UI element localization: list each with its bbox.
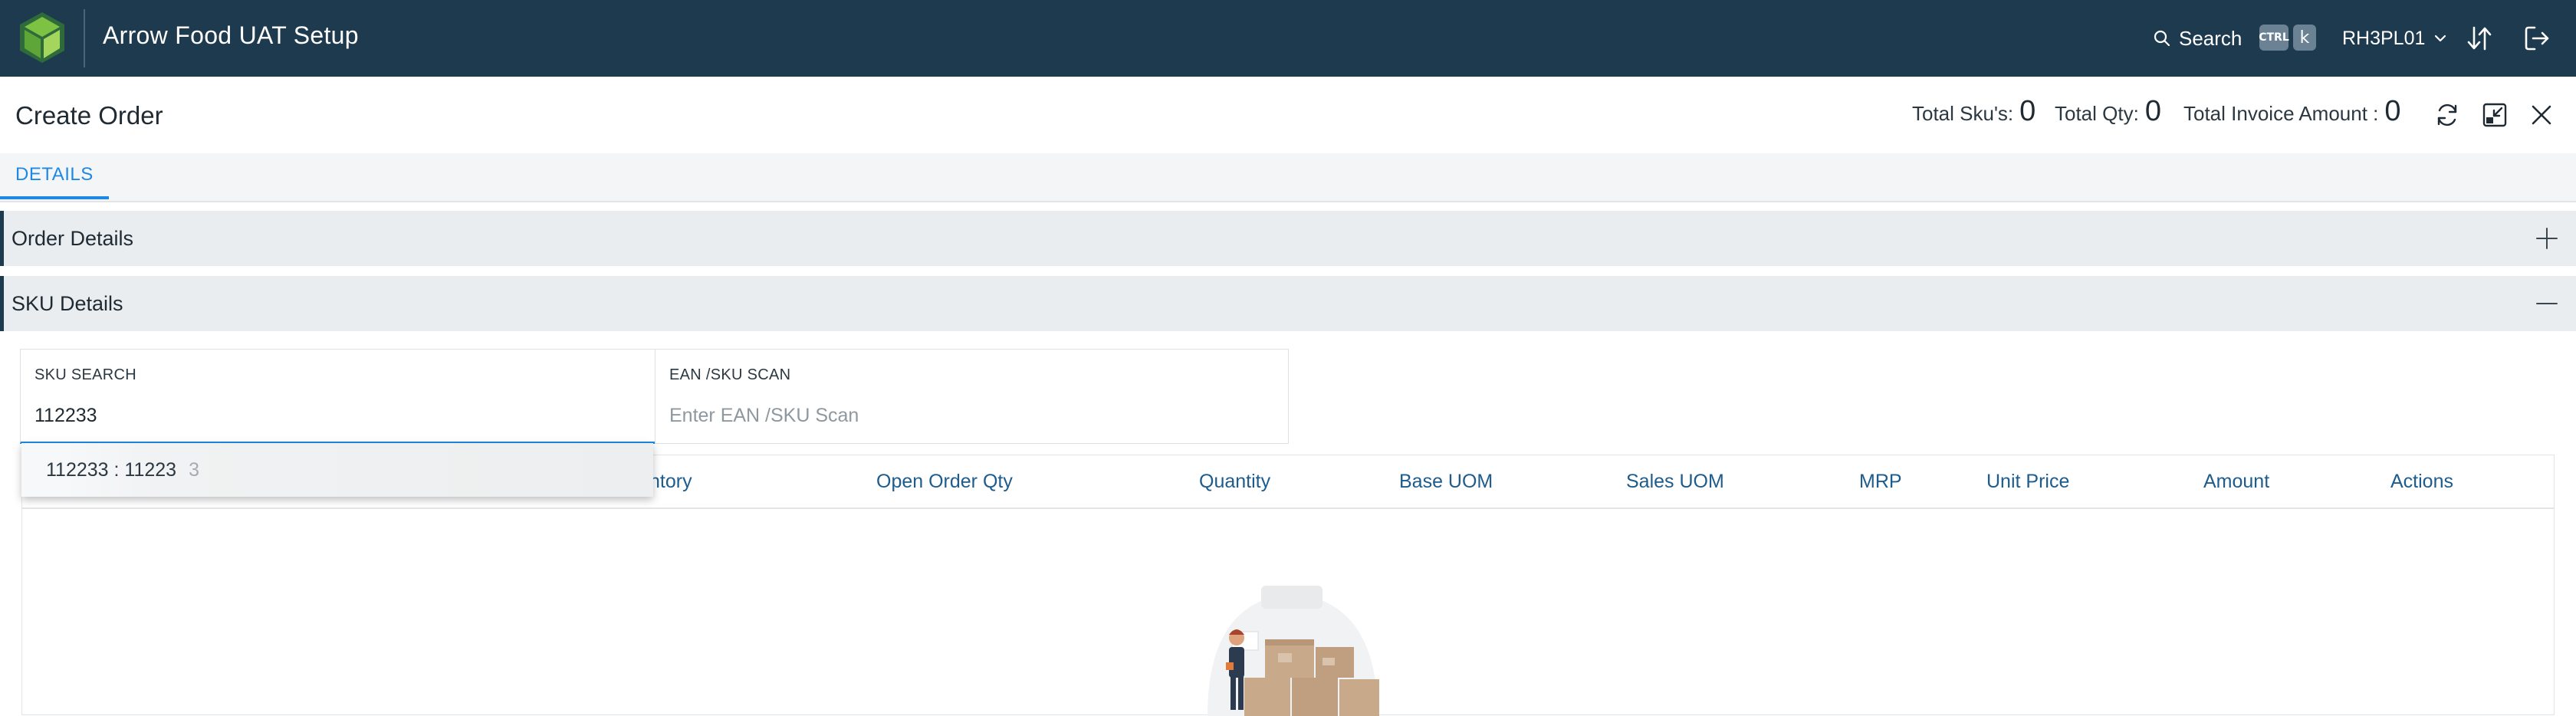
ean-scan-field: EAN /SKU SCAN xyxy=(655,349,1289,444)
sku-details-title: SKU Details xyxy=(12,291,123,315)
column-header-actions[interactable]: Actions xyxy=(2390,471,2453,493)
ean-scan-label: EAN /SKU SCAN xyxy=(669,366,791,383)
sort-icon[interactable] xyxy=(2466,23,2493,54)
column-header-mrp[interactable]: MRP xyxy=(1859,471,1902,493)
minus-icon[interactable] xyxy=(2535,291,2559,316)
app-title: Arrow Food UAT Setup xyxy=(103,21,359,49)
close-icon[interactable] xyxy=(2528,101,2555,129)
column-header-sales-uom[interactable]: Sales UOM xyxy=(1626,471,1724,493)
header-divider xyxy=(84,9,85,67)
tab-details[interactable]: DETAILS xyxy=(0,153,109,199)
chevron-down-icon xyxy=(2435,34,2446,42)
user-menu[interactable]: RH3PL01 xyxy=(2342,25,2448,51)
plus-icon[interactable] xyxy=(2535,226,2559,251)
total-skus: Total Sku's: 0 xyxy=(1912,95,2036,133)
tab-strip: DETAILS xyxy=(0,153,2576,202)
total-qty-label: Total Qty: xyxy=(2055,102,2139,125)
total-invoice-amount: Total Invoice Amount : 0 xyxy=(2183,95,2401,133)
column-header-open-order-qty[interactable]: Open Order Qty xyxy=(876,471,1013,493)
total-skus-label: Total Sku's: xyxy=(1912,102,2014,125)
column-header-inventory[interactable]: ntory xyxy=(649,471,692,493)
total-invoice-amount-value: 0 xyxy=(2384,95,2401,127)
suggestion-text-tail: 3 xyxy=(189,458,199,481)
ean-scan-input[interactable] xyxy=(669,400,1252,431)
column-header-unit-price[interactable]: Unit Price xyxy=(1986,471,2069,493)
search-label: Search xyxy=(2179,26,2242,50)
page-title: Create Order xyxy=(15,101,163,130)
minimize-icon[interactable] xyxy=(2481,101,2509,129)
total-qty-value: 0 xyxy=(2144,95,2161,127)
column-header-quantity[interactable]: Quantity xyxy=(1199,471,1270,493)
sku-search-label: SKU SEARCH xyxy=(34,366,137,383)
sku-details-section-header[interactable]: SKU Details xyxy=(0,276,2576,331)
logo-icon xyxy=(20,12,64,63)
sku-search-suggestions: 112233 : 11223 3 xyxy=(21,443,653,497)
total-skus-value: 0 xyxy=(2019,95,2036,127)
user-name: RH3PL01 xyxy=(2342,27,2426,49)
sku-search-field: SKU SEARCH xyxy=(20,349,656,444)
suggestion-item[interactable]: 112233 : 11223 3 xyxy=(21,443,653,497)
global-search-button[interactable]: Search xyxy=(2153,25,2242,51)
search-icon xyxy=(2154,30,2170,47)
column-header-base-uom[interactable]: Base UOM xyxy=(1399,471,1493,493)
suggestion-text: 112233 : 11223 xyxy=(46,458,177,481)
app-header: Arrow Food UAT Setup Search CTRL k RH3PL… xyxy=(0,0,2576,77)
refresh-icon[interactable] xyxy=(2433,101,2461,129)
column-header-amount[interactable]: Amount xyxy=(2203,471,2269,493)
total-qty: Total Qty: 0 xyxy=(2055,95,2161,133)
sku-search-input[interactable] xyxy=(34,400,617,431)
total-invoice-amount-label: Total Invoice Amount : xyxy=(2183,102,2379,125)
logout-icon[interactable] xyxy=(2522,23,2553,54)
shortcut-ctrl-key: CTRL xyxy=(2259,25,2289,51)
shortcut-k-key: k xyxy=(2293,25,2316,51)
order-details-title: Order Details xyxy=(12,226,134,250)
order-details-section-header[interactable]: Order Details xyxy=(0,211,2576,266)
empty-state-illustration xyxy=(1208,586,1379,716)
